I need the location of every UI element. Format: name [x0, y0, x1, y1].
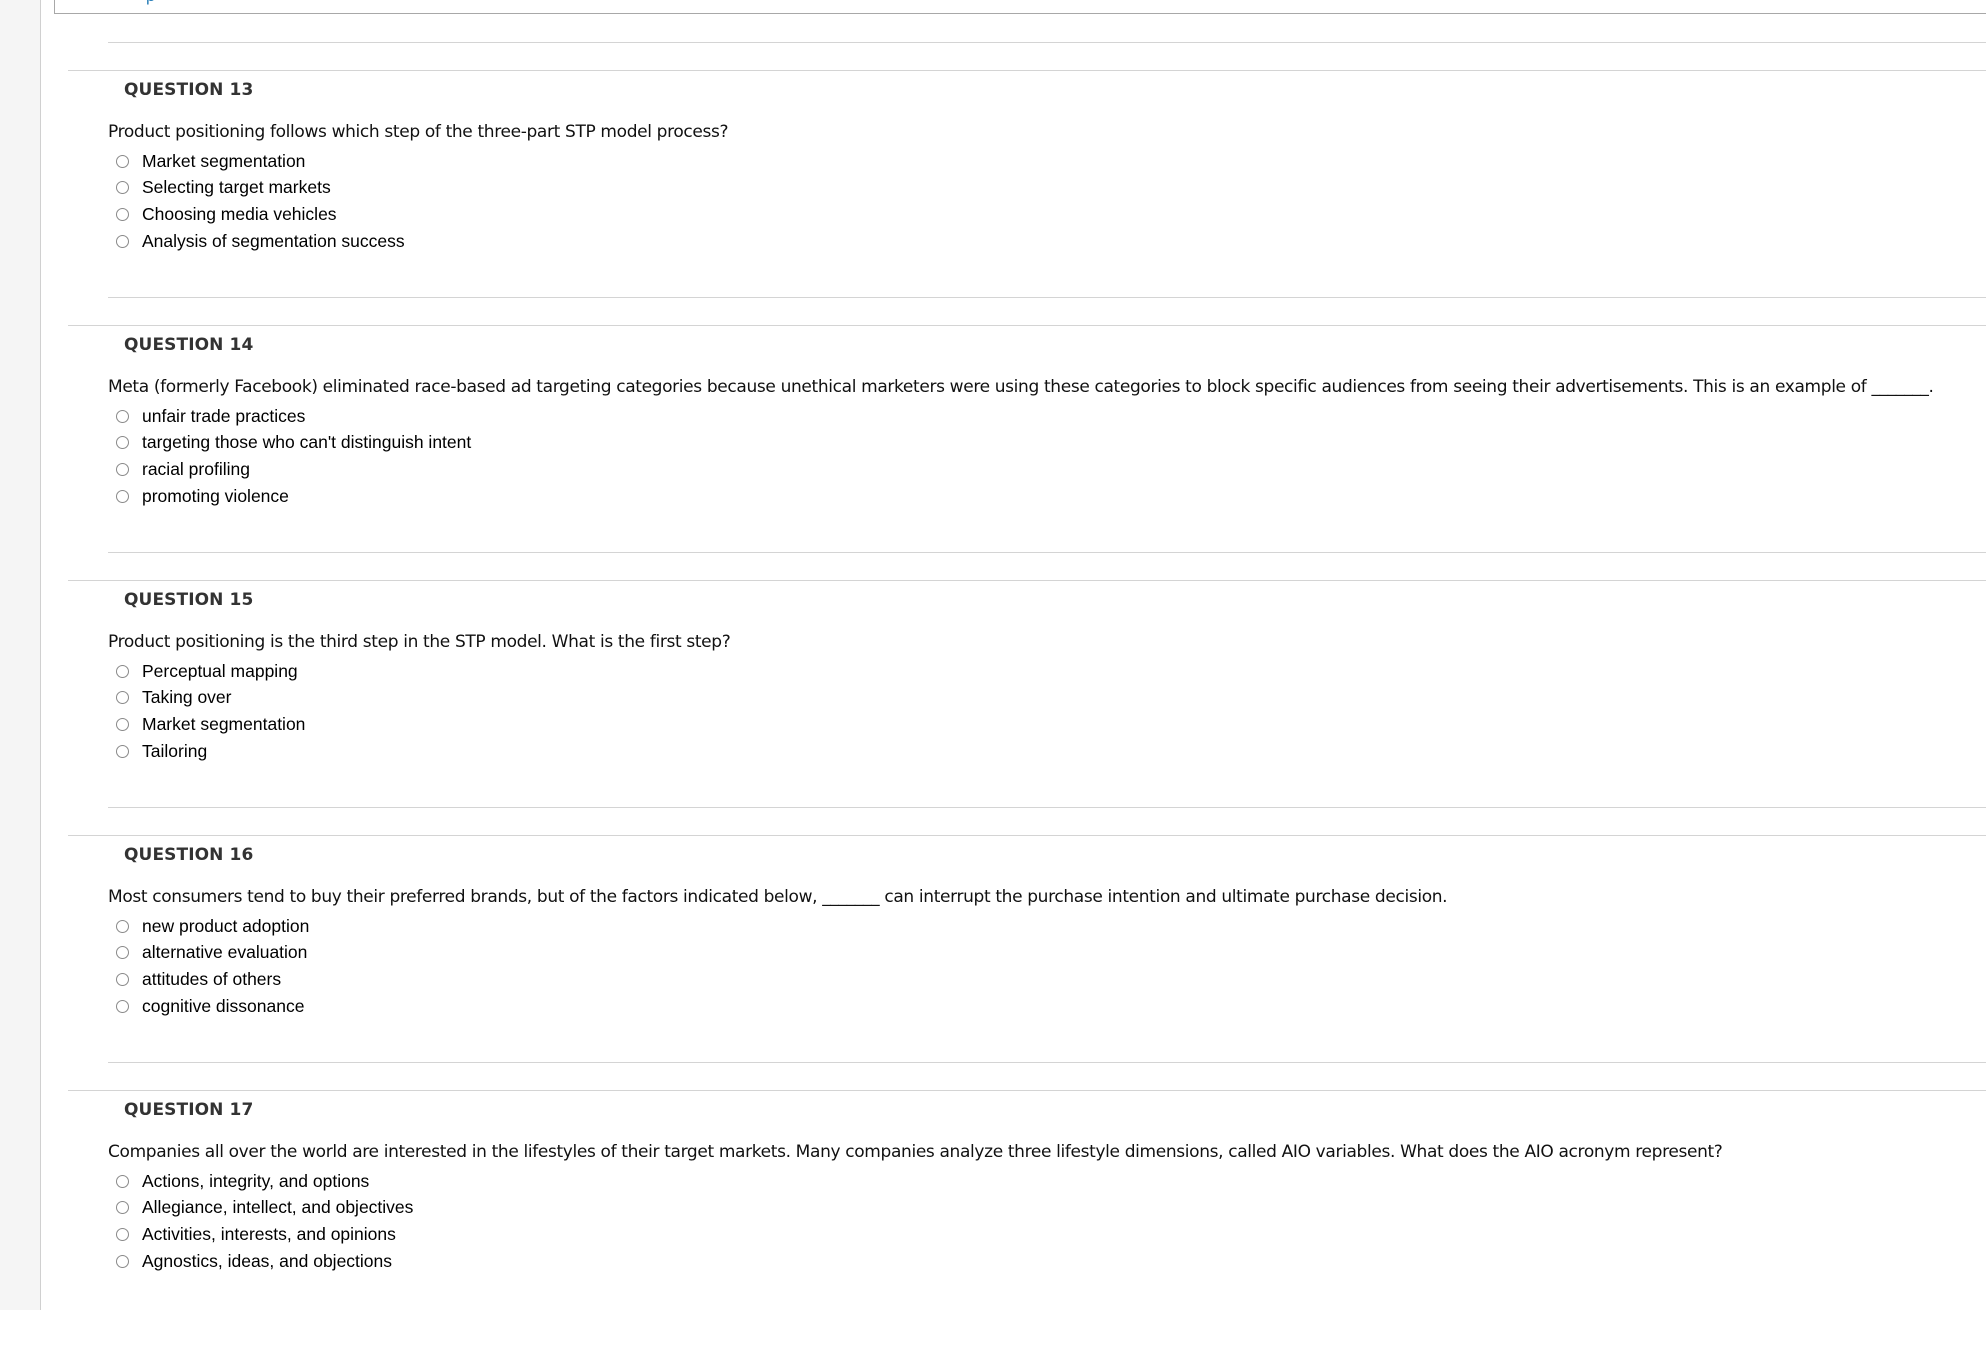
option-label[interactable]: Selecting target markets [142, 177, 331, 198]
answer-option[interactable]: Choosing media vehicles [116, 201, 405, 228]
separator-outer [68, 70, 1986, 71]
answer-option[interactable]: Market segmentation [116, 711, 305, 738]
radio-button[interactable] [116, 1227, 129, 1241]
radio-button[interactable] [116, 234, 129, 248]
separator-inner [108, 552, 1986, 553]
option-label[interactable]: Allegiance, intellect, and objectives [142, 1197, 413, 1218]
option-label[interactable]: Actions, integrity, and options [142, 1171, 369, 1192]
radio-button[interactable] [116, 744, 129, 758]
question-text: Most consumers tend to buy their preferr… [108, 887, 1448, 907]
question-heading: QUESTION 17 [124, 1100, 254, 1120]
answer-option[interactable]: alternative evaluation [116, 940, 309, 967]
answer-option[interactable]: cognitive dissonance [116, 993, 309, 1020]
answer-option[interactable]: promoting violence [116, 483, 471, 510]
radio-button[interactable] [116, 691, 129, 705]
answer-option[interactable]: Activities, interests, and opinions [116, 1221, 413, 1248]
question-heading: QUESTION 16 [124, 845, 254, 865]
answer-options: Actions, integrity, and options Allegian… [116, 1168, 413, 1274]
question-text: Product positioning follows which step o… [108, 122, 729, 142]
separator-inner [108, 42, 1986, 43]
answer-option[interactable]: Analysis of segmentation success [116, 228, 405, 255]
answer-option[interactable]: attitudes of others [116, 966, 309, 993]
answer-option[interactable]: Selecting target markets [116, 175, 405, 202]
radio-button[interactable] [116, 717, 129, 731]
separator-outer [68, 580, 1986, 581]
option-label[interactable]: alternative evaluation [142, 942, 307, 963]
question-14: QUESTION 14 Meta (formerly Facebook) eli… [0, 297, 1986, 580]
option-label[interactable]: targeting those who can't distinguish in… [142, 432, 471, 453]
question-text: Product positioning is the third step in… [108, 632, 731, 652]
option-label[interactable]: racial profiling [142, 459, 250, 480]
answer-options: Perceptual mapping Taking over Market se… [116, 658, 305, 764]
radio-button[interactable] [116, 999, 129, 1013]
radio-button[interactable] [116, 664, 129, 678]
question-heading: QUESTION 14 [124, 335, 254, 355]
question-16: QUESTION 16 Most consumers tend to buy t… [0, 807, 1986, 1090]
answer-options: new product adoption alternative evaluat… [116, 913, 309, 1019]
question-text: Companies all over the world are interes… [108, 1142, 1723, 1162]
answer-option[interactable]: Agnostics, ideas, and objections [116, 1248, 413, 1275]
radio-button[interactable] [116, 1174, 129, 1188]
answer-options: Market segmentation Selecting target mar… [116, 148, 405, 254]
option-label[interactable]: Tailoring [142, 741, 207, 762]
answer-option[interactable]: new product adoption [116, 913, 309, 940]
separator-outer [68, 1090, 1986, 1091]
radio-button[interactable] [116, 946, 129, 960]
option-label[interactable]: Activities, interests, and opinions [142, 1224, 396, 1245]
radio-button[interactable] [116, 972, 129, 986]
answer-option[interactable]: Market segmentation [116, 148, 405, 175]
radio-button[interactable] [116, 409, 129, 423]
option-label[interactable]: Perceptual mapping [142, 661, 298, 682]
radio-button[interactable] [116, 181, 129, 195]
answer-options: unfair trade practices targeting those w… [116, 403, 471, 509]
radio-button[interactable] [116, 154, 129, 168]
radio-button[interactable] [116, 919, 129, 933]
option-label[interactable]: Analysis of segmentation success [142, 231, 405, 252]
separator-outer [68, 835, 1986, 836]
radio-button[interactable] [116, 462, 129, 476]
answer-option[interactable]: Taking over [116, 685, 305, 712]
option-label[interactable]: Choosing media vehicles [142, 204, 337, 225]
separator-inner [108, 807, 1986, 808]
radio-button[interactable] [116, 1254, 129, 1268]
separator-inner [108, 1062, 1986, 1063]
answer-option[interactable]: Actions, integrity, and options [116, 1168, 413, 1195]
answer-option[interactable]: Tailoring [116, 738, 305, 765]
option-label[interactable]: Market segmentation [142, 714, 305, 735]
radio-button[interactable] [116, 436, 129, 450]
option-label[interactable]: unfair trade practices [142, 406, 305, 427]
answer-option[interactable]: targeting those who can't distinguish in… [116, 430, 471, 457]
option-label[interactable]: new product adoption [142, 916, 309, 937]
previous-question-box [54, 0, 1986, 14]
option-label[interactable]: cognitive dissonance [142, 996, 304, 1017]
question-text: Meta (formerly Facebook) eliminated race… [108, 377, 1934, 397]
radio-button[interactable] [116, 1201, 129, 1215]
radio-button[interactable] [116, 489, 129, 503]
question-17: QUESTION 17 Companies all over the world… [0, 1062, 1986, 1345]
answer-option[interactable]: Perceptual mapping [116, 658, 305, 685]
partial-link[interactable]: ρ [146, 0, 156, 6]
radio-button[interactable] [116, 207, 129, 221]
question-heading: QUESTION 13 [124, 80, 254, 100]
option-label[interactable]: Market segmentation [142, 151, 305, 172]
option-label[interactable]: Agnostics, ideas, and objections [142, 1251, 392, 1272]
answer-option[interactable]: unfair trade practices [116, 403, 471, 430]
separator-outer [68, 325, 1986, 326]
question-13: QUESTION 13 Product positioning follows … [0, 42, 1986, 325]
option-label[interactable]: Taking over [142, 687, 232, 708]
answer-option[interactable]: Allegiance, intellect, and objectives [116, 1195, 413, 1222]
option-label[interactable]: promoting violence [142, 486, 289, 507]
separator-inner [108, 297, 1986, 298]
option-label[interactable]: attitudes of others [142, 969, 281, 990]
answer-option[interactable]: racial profiling [116, 456, 471, 483]
question-15: QUESTION 15 Product positioning is the t… [0, 552, 1986, 835]
question-heading: QUESTION 15 [124, 590, 254, 610]
